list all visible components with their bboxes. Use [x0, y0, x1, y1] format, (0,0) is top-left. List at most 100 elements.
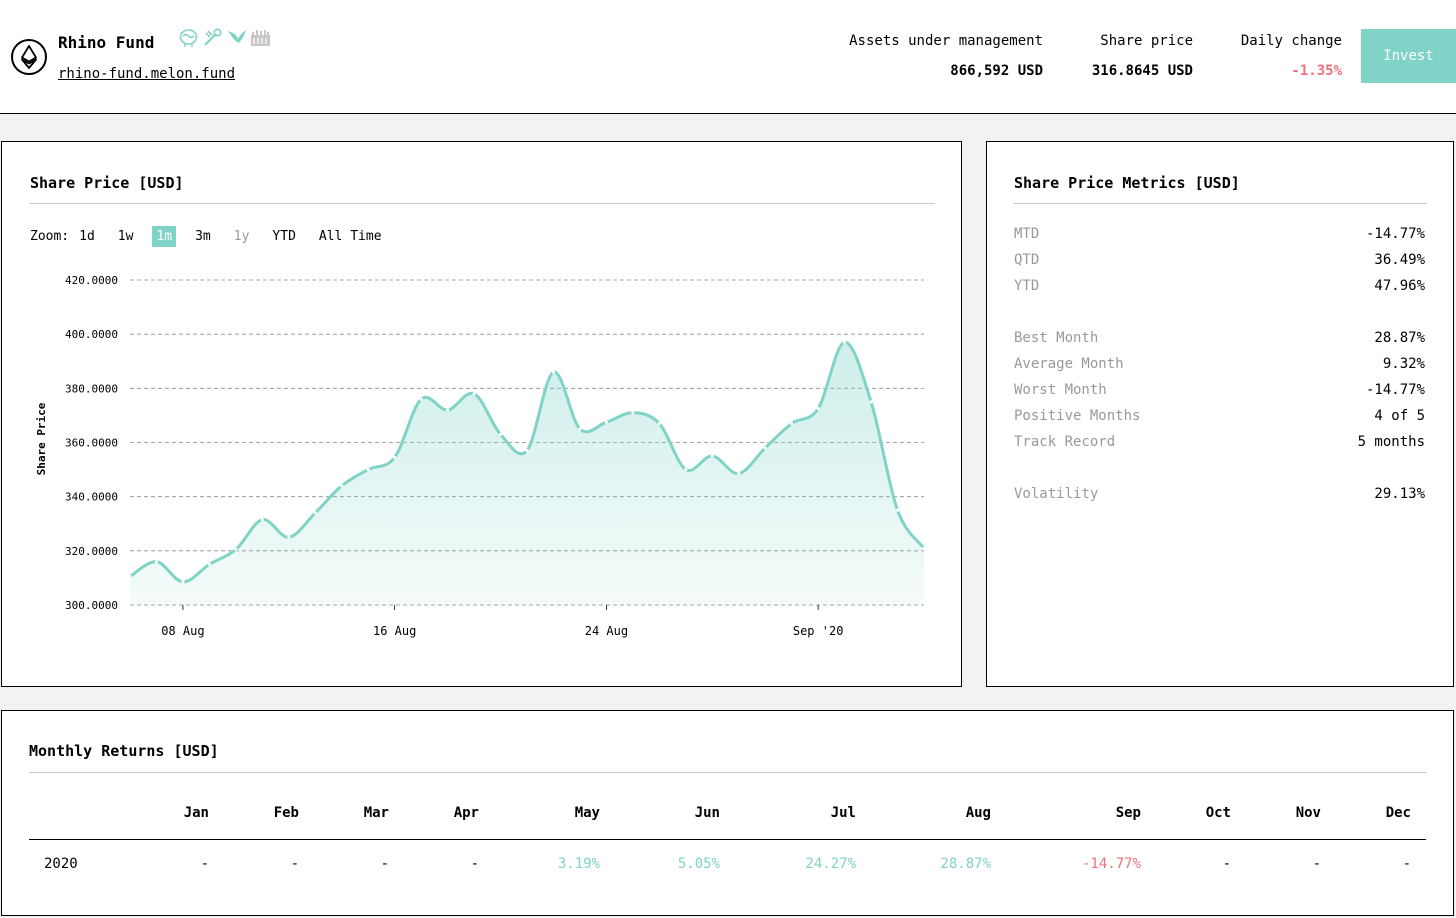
data-point[interactable] [181, 580, 185, 584]
share-price-value: 316.8645 USD [1091, 63, 1193, 79]
data-point[interactable] [234, 547, 238, 552]
month-header: Dec [1385, 805, 1411, 821]
data-point[interactable] [869, 400, 873, 404]
month-header: Feb [273, 805, 299, 821]
data-point[interactable] [287, 535, 291, 539]
building-badge-icon [251, 30, 270, 46]
share-price-stat: Share price 316.8645 USD [1092, 31, 1193, 81]
metric-value: 36.49% [1374, 252, 1425, 268]
metric-value: 29.13% [1374, 486, 1425, 502]
metric-label: Average Month [1014, 356, 1124, 372]
y-tick-label: 400.0000 [65, 328, 118, 341]
data-point[interactable] [631, 411, 635, 415]
data-point[interactable] [843, 340, 847, 344]
daily-change-stat: Daily change -1.35% [1241, 31, 1342, 81]
y-tick-label: 380.0000 [65, 382, 118, 395]
month-header: Aug [965, 805, 991, 821]
y-tick-label: 300.0000 [65, 599, 118, 612]
data-point[interactable] [922, 546, 926, 550]
month-header: Sep [1115, 805, 1141, 821]
daily-change-label: Daily change [1240, 33, 1342, 49]
data-point[interactable] [816, 407, 820, 411]
data-point[interactable] [657, 421, 661, 426]
metric-row-positive-months: Positive Months 4 of 5 [1014, 406, 1425, 426]
metric-label: Best Month [1014, 330, 1099, 346]
metric-value: 47.96% [1374, 278, 1425, 294]
data-point[interactable] [260, 518, 264, 522]
data-point[interactable] [551, 370, 556, 374]
y-tick-label: 320.0000 [65, 545, 118, 558]
data-point[interactable] [472, 392, 476, 396]
return-cell: - [470, 856, 479, 872]
monthly-returns-panel: Monthly Returns [USD] Jan Feb Mar Apr Ma… [1, 710, 1454, 916]
data-point[interactable] [790, 421, 794, 426]
x-tick-label: Sep '20 [793, 624, 844, 638]
month-header: Nov [1295, 805, 1321, 821]
data-point[interactable] [446, 408, 450, 412]
ethereum-logo-icon [11, 39, 47, 75]
metric-row-mtd: MTD -14.77% [1014, 224, 1425, 244]
share-price-area [130, 342, 924, 605]
metric-value: 5 months [1357, 434, 1425, 450]
metric-label: Volatility [1014, 486, 1099, 502]
y-tick-label: 420.0000 [65, 274, 118, 287]
share-price-label: Share price [1100, 33, 1193, 49]
metric-value: 4 of 5 [1374, 408, 1425, 424]
month-header: Mar [363, 805, 389, 821]
data-point[interactable] [525, 449, 529, 453]
aum-value: 866,592 USD [950, 63, 1043, 79]
data-point[interactable] [419, 397, 423, 401]
data-point[interactable] [340, 484, 344, 488]
y-tick-label: 340.0000 [65, 491, 118, 504]
metric-row-qtd: QTD 36.49% [1014, 250, 1425, 270]
data-point[interactable] [154, 560, 159, 564]
return-cell: - [290, 856, 299, 872]
fund-url-link[interactable]: rhino-fund.melon.fund [58, 66, 235, 82]
panel-divider [1014, 203, 1427, 204]
fund-name: Rhino Fund [58, 33, 155, 52]
invest-button[interactable]: Invest [1361, 29, 1456, 83]
data-point[interactable] [393, 455, 397, 459]
metric-row-worst-month: Worst Month -14.77% [1014, 380, 1425, 400]
data-point[interactable] [498, 432, 503, 436]
return-cell: 24.27% [805, 856, 856, 872]
aum-stat: Assets under management 866,592 USD [849, 31, 1043, 81]
data-point[interactable] [895, 508, 900, 512]
month-header: Apr [453, 805, 479, 821]
data-point[interactable] [710, 454, 714, 458]
data-point[interactable] [763, 446, 767, 450]
metric-row-volatility: Volatility 29.13% [1014, 484, 1425, 504]
aum-label: Assets under management [849, 33, 1043, 49]
data-point[interactable] [207, 562, 211, 566]
month-header: Jan [183, 805, 209, 821]
metric-label: Worst Month [1014, 382, 1107, 398]
share-price-metrics-panel: Share Price Metrics [USD] MTD -14.77% QT… [986, 141, 1454, 687]
year-label: 2020 [44, 856, 78, 872]
monthly-returns-title: Monthly Returns [USD] [29, 742, 219, 760]
data-point[interactable] [604, 420, 609, 424]
brain-badge-icon [179, 29, 198, 47]
data-point[interactable] [366, 467, 370, 472]
panel-divider [29, 772, 1426, 773]
data-point[interactable] [128, 574, 132, 579]
metric-value: -14.77% [1365, 226, 1425, 242]
return-cell: - [200, 856, 209, 872]
metric-row-average-month: Average Month 9.32% [1014, 354, 1425, 374]
tools-badge-icon [204, 28, 222, 46]
data-point[interactable] [684, 467, 688, 472]
return-cell: - [1402, 856, 1411, 872]
month-header: Jul [830, 805, 856, 821]
data-point[interactable] [578, 427, 582, 431]
table-header-divider [29, 839, 1426, 840]
metrics-panel-title: Share Price Metrics [USD] [1014, 174, 1240, 192]
month-header: May [574, 805, 600, 821]
return-cell: - [380, 856, 389, 872]
data-point[interactable] [737, 472, 741, 476]
header: Rhino Fund rhino-fund.melon.fund Assets … [0, 0, 1456, 114]
bird-badge-icon [228, 30, 246, 43]
share-price-chart: 420.0000 400.0000 380.0000 360.0000 340.0000… [35, 274, 926, 638]
data-point[interactable] [313, 511, 317, 515]
metric-row-ytd: YTD 47.96% [1014, 276, 1425, 296]
return-cell: -14.77% [1081, 856, 1141, 872]
metric-label: Track Record [1014, 434, 1116, 450]
